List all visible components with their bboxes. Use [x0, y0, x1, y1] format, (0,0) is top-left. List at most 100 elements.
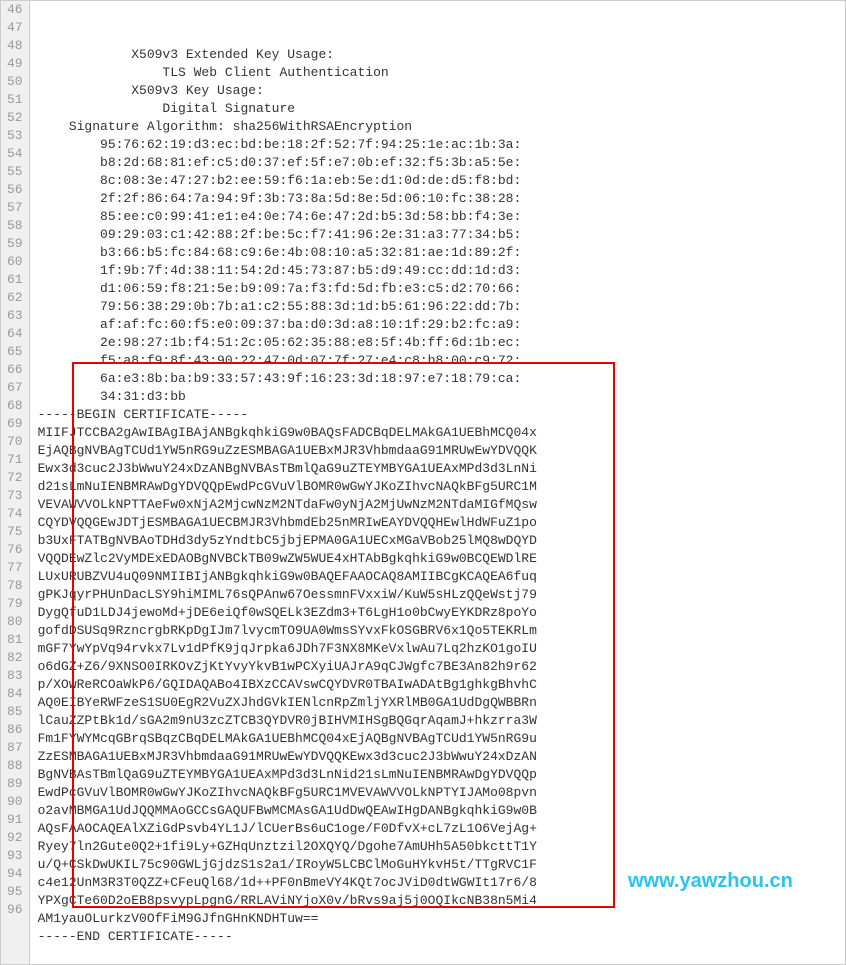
code-line[interactable]: 2f:2f:86:64:7a:94:9f:3b:73:8a:5d:8e:5d:0…	[38, 190, 845, 208]
line-number: 94	[7, 865, 23, 883]
code-line[interactable]: u/Q+CSkDwUKIL75c90GWLjGjdzS1s2a1/IRoyW5L…	[38, 856, 845, 874]
code-line[interactable]: LUxURUBZVU4uQ09NMIIBIjANBgkqhkiG9w0BAQEF…	[38, 568, 845, 586]
line-number: 87	[7, 739, 23, 757]
code-line[interactable]: -----BEGIN CERTIFICATE-----	[38, 406, 845, 424]
code-line[interactable]: 2e:98:27:1b:f4:51:2c:05:62:35:88:e8:5f:4…	[38, 334, 845, 352]
line-number: 92	[7, 829, 23, 847]
line-number: 55	[7, 163, 23, 181]
code-line[interactable]: AQ0EIBYeRWFzeS1SU0EgR2VuZXJhdGVkIENlcnRp…	[38, 694, 845, 712]
line-number: 57	[7, 199, 23, 217]
line-number: 62	[7, 289, 23, 307]
line-number: 75	[7, 523, 23, 541]
code-line[interactable]: CQYDVQQGEwJDTjESMBAGA1UECBMJR3VhbmdEb25n…	[38, 514, 845, 532]
code-line[interactable]: mGF7YwYpVq94rvkx7Lv1dPfK9jqJrpka6JDh7F3N…	[38, 640, 845, 658]
line-number: 78	[7, 577, 23, 595]
code-line[interactable]: 1f:9b:7f:4d:38:11:54:2d:45:73:87:b5:d9:4…	[38, 262, 845, 280]
code-line[interactable]: b3:66:b5:fc:84:68:c9:6e:4b:08:10:a5:32:8…	[38, 244, 845, 262]
line-number: 80	[7, 613, 23, 631]
code-line[interactable]: MIIFJTCCBA2gAwIBAgIBAjANBgkqhkiG9w0BAQsF…	[38, 424, 845, 442]
line-number: 85	[7, 703, 23, 721]
code-line[interactable]	[38, 946, 845, 964]
line-number: 59	[7, 235, 23, 253]
code-line[interactable]: 8c:08:3e:47:27:b2:ee:59:f6:1a:eb:5e:d1:0…	[38, 172, 845, 190]
line-number: 76	[7, 541, 23, 559]
code-line[interactable]: YPXgCTe60D2oEB8psvypLpgnG/RRLAViNYjoX0v/…	[38, 892, 845, 910]
line-number: 66	[7, 361, 23, 379]
line-number: 88	[7, 757, 23, 775]
line-number: 60	[7, 253, 23, 271]
code-line[interactable]: b3UxFTATBgNVBAoTDHd3dy5zYndtbC5jbjEPMA0G…	[38, 532, 845, 550]
code-line[interactable]: lCauZZPtBk1d/sGA2m9nU3zcZTCB3QYDVR0jBIHV…	[38, 712, 845, 730]
line-number: 54	[7, 145, 23, 163]
code-line[interactable]: 95:76:62:19:d3:ec:bd:be:18:2f:52:7f:94:2…	[38, 136, 845, 154]
line-number: 83	[7, 667, 23, 685]
line-number: 49	[7, 55, 23, 73]
code-line[interactable]: gPKJqyrPHUnDacLSY9hiMIML76sQPAnw67Oessmn…	[38, 586, 845, 604]
code-line[interactable]: AQsFAAOCAQEAlXZiGdPsvb4YL1J/lCUerBs6uC1o…	[38, 820, 845, 838]
code-line[interactable]: 34:31:d3:bb	[38, 388, 845, 406]
line-number: 79	[7, 595, 23, 613]
code-line[interactable]: 09:29:03:c1:42:88:2f:be:5c:f7:41:96:2e:3…	[38, 226, 845, 244]
code-line[interactable]: Ewx3d3cuc2J3bWwuY24xDzANBgNVBAsTBmlQaG9u…	[38, 460, 845, 478]
line-number: 72	[7, 469, 23, 487]
line-number: 89	[7, 775, 23, 793]
code-line[interactable]: EwdPcGVuVlBOMR0wGwYJKoZIhvcNAQkBFg5URC1M…	[38, 784, 845, 802]
line-number: 71	[7, 451, 23, 469]
code-line[interactable]: -----END CERTIFICATE-----	[38, 928, 845, 946]
code-line[interactable]: gofdDSUSq9RzncrgbRKpDgIJm7lvycmTO9UA0Wms…	[38, 622, 845, 640]
line-number: 68	[7, 397, 23, 415]
code-line[interactable]: X509v3 Extended Key Usage:	[38, 46, 845, 64]
line-number-gutter: 4647484950515253545556575859606162636465…	[1, 1, 30, 964]
code-line[interactable]: Digital Signature	[38, 100, 845, 118]
line-number: 53	[7, 127, 23, 145]
code-line[interactable]: af:af:fc:60:f5:e0:09:37:ba:d0:3d:a8:10:1…	[38, 316, 845, 334]
line-number: 67	[7, 379, 23, 397]
code-content[interactable]: X509v3 Extended Key Usage: TLS Web Clien…	[30, 1, 845, 964]
line-number: 86	[7, 721, 23, 739]
code-line[interactable]: f5:a8:f9:8f:43:90:22:47:0d:07:7f:27:e4:c…	[38, 352, 845, 370]
line-number: 84	[7, 685, 23, 703]
code-editor: 4647484950515253545556575859606162636465…	[0, 0, 846, 965]
code-line[interactable]: EjAQBgNVBAgTCUd1YW5nRG9uZzESMBAGA1UEBxMJ…	[38, 442, 845, 460]
code-line[interactable]: d21sLmNuIENBMRAwDgYDVQQpEwdPcGVuVlBOMR0w…	[38, 478, 845, 496]
line-number: 81	[7, 631, 23, 649]
code-line[interactable]: 79:56:38:29:0b:7b:a1:c2:55:88:3d:1d:b5:6…	[38, 298, 845, 316]
code-line[interactable]: o6dGZ+Z6/9XNSO0IRKOvZjKtYvyYkvB1wPCXyiUA…	[38, 658, 845, 676]
code-line[interactable]: o2avMBMGA1UdJQQMMAoGCCsGAQUFBwMCMAsGA1Ud…	[38, 802, 845, 820]
line-number: 73	[7, 487, 23, 505]
line-number: 74	[7, 505, 23, 523]
line-number: 63	[7, 307, 23, 325]
line-number: 58	[7, 217, 23, 235]
line-number: 61	[7, 271, 23, 289]
code-line[interactable]: c4e12UnM3R3T0QZZ+CFeuQl68/1d++PF0nBmeVY4…	[38, 874, 845, 892]
line-number: 47	[7, 19, 23, 37]
code-line[interactable]: d1:06:59:f8:21:5e:b9:09:7a:f3:fd:5d:fb:e…	[38, 280, 845, 298]
code-line[interactable]: 6a:e3:8b:ba:b9:33:57:43:9f:16:23:3d:18:9…	[38, 370, 845, 388]
code-line[interactable]: ZzESMBAGA1UEBxMJR3VhbmdaaG91MRUwEwYDVQQK…	[38, 748, 845, 766]
line-number: 93	[7, 847, 23, 865]
line-number: 50	[7, 73, 23, 91]
code-line[interactable]: BgNVBAsTBmlQaG9uZTEYMBYGA1UEAxMPd3d3LnNi…	[38, 766, 845, 784]
code-line[interactable]: 85:ee:c0:99:41:e1:e4:0e:74:6e:47:2d:b5:3…	[38, 208, 845, 226]
line-number: 70	[7, 433, 23, 451]
code-line[interactable]: TLS Web Client Authentication	[38, 64, 845, 82]
line-number: 51	[7, 91, 23, 109]
code-line[interactable]: VQQDEwZlc2VyMDExEDAOBgNVBCkTB09wZW5WUE4x…	[38, 550, 845, 568]
code-line[interactable]: Fm1FYWYMcqGBrqSBqzCBqDELMAkGA1UEBhMCQ04x…	[38, 730, 845, 748]
line-number: 69	[7, 415, 23, 433]
line-number: 48	[7, 37, 23, 55]
code-line[interactable]: VEVAWVVOLkNPTTAeFw0xNjA2MjcwNzM2NTdaFw0y…	[38, 496, 845, 514]
code-line[interactable]: X509v3 Key Usage:	[38, 82, 845, 100]
line-number: 96	[7, 901, 23, 919]
line-number: 56	[7, 181, 23, 199]
code-line[interactable]: p/XOwReRCOaWkP6/GQIDAQABo4IBXzCCAVswCQYD…	[38, 676, 845, 694]
code-line[interactable]: Ryey7ln2Gute0Q2+1fi9Ly+GZHqUnztzil2OXQYQ…	[38, 838, 845, 856]
code-line[interactable]: Signature Algorithm: sha256WithRSAEncryp…	[38, 118, 845, 136]
code-line[interactable]: b8:2d:68:81:ef:c5:d0:37:ef:5f:e7:0b:ef:3…	[38, 154, 845, 172]
line-number: 90	[7, 793, 23, 811]
line-number: 65	[7, 343, 23, 361]
line-number: 52	[7, 109, 23, 127]
line-number: 64	[7, 325, 23, 343]
code-line[interactable]: DygQfuD1LDJ4jewoMd+jDE6eiQf0wSQELk3EZdm3…	[38, 604, 845, 622]
code-line[interactable]: AM1yauOLurkzV0OfFiM9GJfnGHnKNDHTuw==	[38, 910, 845, 928]
